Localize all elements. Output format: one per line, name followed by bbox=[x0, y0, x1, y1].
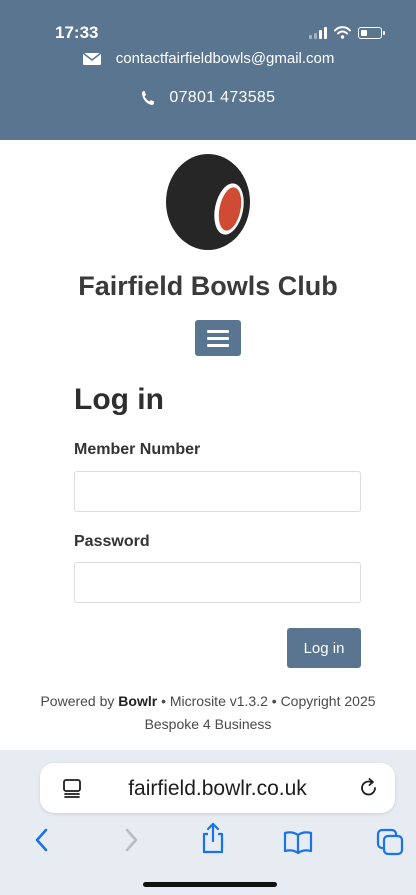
battery-icon bbox=[358, 27, 385, 39]
back-icon[interactable] bbox=[32, 826, 52, 854]
footer-prefix: Powered by bbox=[40, 693, 115, 709]
contact-email[interactable]: contactfairfieldbowls@gmail.com bbox=[0, 50, 416, 67]
address-bar[interactable]: fairfield.bowlr.co.uk bbox=[40, 763, 395, 813]
member-number-label: Member Number bbox=[74, 441, 201, 458]
footer-bowlr-link[interactable]: Bowlr bbox=[118, 693, 157, 709]
tabs-icon[interactable] bbox=[376, 828, 404, 856]
footer-bespoke: Bespoke 4 Business bbox=[144, 716, 272, 732]
reload-icon[interactable] bbox=[358, 777, 380, 799]
forward-icon[interactable] bbox=[121, 826, 141, 854]
contact-phone[interactable]: 07801 473585 bbox=[0, 89, 416, 107]
menu-toggle-button[interactable] bbox=[195, 320, 241, 356]
status-time: 17:33 bbox=[55, 23, 99, 42]
login-heading: Log in bbox=[74, 383, 164, 416]
site-header: 17:33 contactfairfieldbowls@gmail.com 07 bbox=[0, 0, 416, 140]
member-number-input[interactable] bbox=[74, 471, 361, 512]
url-text: fairfield.bowlr.co.uk bbox=[128, 777, 307, 800]
password-input[interactable] bbox=[74, 562, 361, 603]
contact-phone-text: 07801 473585 bbox=[169, 89, 276, 106]
battery-level bbox=[360, 29, 367, 36]
footer-suffix: • Microsite v1.3.2 • Copyright 2025 bbox=[161, 693, 376, 709]
login-submit-button[interactable]: Log in bbox=[287, 628, 361, 668]
status-bar: 17:33 bbox=[0, 18, 416, 48]
share-icon[interactable] bbox=[201, 822, 225, 854]
footer-powered-by: Powered by Bowlr • Microsite v1.3.2 • Co… bbox=[0, 693, 416, 709]
bowls-ball-icon bbox=[166, 154, 250, 250]
bookmarks-icon[interactable] bbox=[283, 830, 313, 854]
club-name: Fairfield Bowls Club bbox=[78, 271, 338, 301]
phone-icon bbox=[141, 90, 154, 105]
wifi-icon bbox=[334, 26, 351, 39]
contact-email-text: contactfairfieldbowls@gmail.com bbox=[115, 50, 335, 67]
status-icons bbox=[309, 26, 385, 39]
home-indicator[interactable] bbox=[143, 882, 277, 887]
cellular-signal-icon bbox=[309, 27, 327, 39]
envelope-icon bbox=[82, 52, 102, 66]
password-label: Password bbox=[74, 533, 150, 550]
